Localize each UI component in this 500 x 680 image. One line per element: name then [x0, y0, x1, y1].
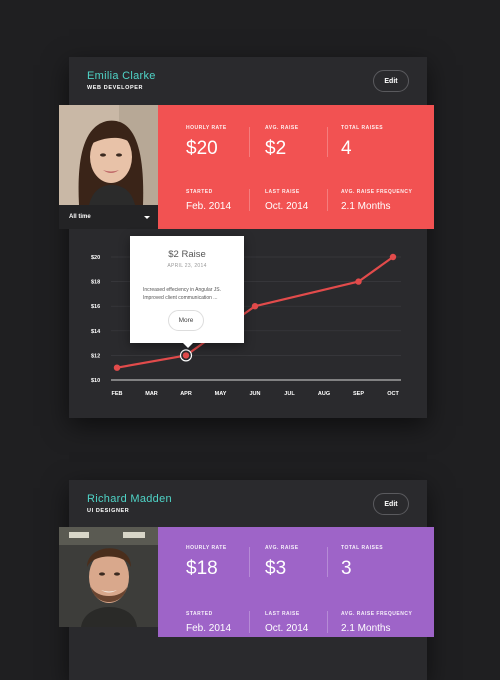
stat-total-raises: TOTAL RAISES 3 [341, 545, 383, 580]
stat-value: 2.1 Months [341, 201, 391, 212]
stat-label: LAST RAISE [265, 189, 300, 195]
x-tick-label: JUL [284, 391, 295, 397]
stat-avg-raise-frequency: AVG. RAISE FREQUENCY 2.1 Months [341, 611, 412, 634]
employee-name: Emilia Clarke [87, 70, 156, 82]
data-point [113, 364, 121, 371]
data-point [251, 303, 259, 310]
x-tick-label: OCT [387, 391, 399, 397]
avatar [59, 527, 158, 627]
raise-tooltip: $2 Raise APRIL 23, 2014 Increased effeci… [130, 236, 244, 348]
x-tick-label: AUG [318, 391, 330, 397]
edit-button[interactable]: Edit [373, 493, 409, 515]
stat-label: HOURLY RATE [186, 125, 227, 131]
stat-label: AVG. RAISE FREQUENCY [341, 611, 413, 617]
stat-value: 3 [341, 558, 352, 579]
stat-value: Feb. 2014 [186, 201, 232, 212]
divider [249, 547, 250, 577]
tooltip-title: $2 Raise [168, 249, 206, 260]
divider [327, 547, 328, 577]
stat-started: STARTED Feb. 2014 [186, 189, 231, 212]
stat-label: AVG. RAISE [265, 545, 299, 551]
highlighted-data-point [182, 352, 190, 359]
caret-down-icon [144, 215, 150, 219]
data-point [389, 253, 397, 261]
stat-value: $20 [186, 138, 218, 159]
stat-value: Oct. 2014 [265, 201, 309, 212]
period-select[interactable]: All time [59, 205, 158, 229]
divider [249, 127, 250, 157]
stat-value: 4 [341, 138, 352, 159]
raise-history-chart: $20 $18 $16 $14 $12 $10 FEB MAR APR MAY JUN JUL AUG S… [91, 253, 401, 397]
employee-role: WEB DEVELOPER [87, 85, 144, 91]
stat-started: STARTED Feb. 2014 [186, 611, 231, 634]
x-tick-label: MAR [145, 391, 158, 397]
stat-label: HOURLY RATE [186, 545, 227, 551]
divider [249, 189, 250, 211]
stat-avg-raise: AVG. RAISE $2 [265, 125, 299, 160]
stats-panel: HOURLY RATE $20 AVG. RAISE $2 TOTAL RAIS… [158, 105, 434, 229]
stat-value: 2.1 Months [341, 623, 391, 634]
stat-label: TOTAL RAISES [341, 125, 384, 131]
edit-button[interactable]: Edit [373, 70, 409, 92]
more-button[interactable]: More [168, 310, 204, 331]
stat-avg-raise-frequency: AVG. RAISE FREQUENCY 2.1 Months [341, 189, 412, 212]
period-select-label: All time [69, 214, 91, 220]
stat-hourly-rate: HOURLY RATE $20 [186, 125, 227, 160]
stat-label: STARTED [186, 189, 213, 195]
employee-name: Richard Madden [87, 493, 172, 505]
data-point [355, 278, 362, 285]
stat-last-raise: LAST RAISE Oct. 2014 [265, 611, 308, 634]
stat-value: $3 [265, 558, 287, 579]
x-tick-label: APR [180, 391, 192, 397]
divider [327, 127, 328, 157]
stat-label: LAST RAISE [265, 611, 300, 617]
x-tick-label: SEP [353, 391, 364, 397]
y-tick-label: $10 [91, 378, 100, 384]
stat-label: AVG. RAISE FREQUENCY [341, 189, 413, 195]
x-tick-label: FEB [112, 391, 123, 397]
stat-label: TOTAL RAISES [341, 545, 384, 551]
stat-label: AVG. RAISE [265, 125, 299, 131]
stat-hourly-rate: HOURLY RATE $18 [186, 545, 227, 580]
stat-value: $18 [186, 558, 218, 579]
employee-role: UI DESIGNER [87, 508, 130, 514]
y-tick-label: $20 [91, 255, 100, 261]
tooltip-date: APRIL 23, 2014 [167, 263, 207, 269]
stat-total-raises: TOTAL RAISES 4 [341, 125, 383, 160]
divider [327, 611, 328, 633]
stat-value: Feb. 2014 [186, 623, 232, 634]
stat-value: Oct. 2014 [265, 623, 309, 634]
divider [327, 189, 328, 211]
y-tick-label: $16 [91, 304, 100, 310]
divider [249, 611, 250, 633]
y-tick-label: $18 [91, 280, 100, 286]
stat-value: $2 [265, 138, 287, 159]
avatar [59, 105, 158, 205]
y-tick-label: $12 [91, 353, 100, 359]
stats-panel: HOURLY RATE $18 AVG. RAISE $3 TOTAL RAIS… [158, 527, 434, 637]
x-tick-label: MAY [215, 391, 227, 397]
y-tick-label: $14 [91, 329, 101, 335]
stat-label: STARTED [186, 611, 213, 617]
x-tick-label: JUN [249, 391, 260, 397]
stat-last-raise: LAST RAISE Oct. 2014 [265, 189, 308, 212]
tooltip-description: Increased effeciency in Angular JS. Impr… [143, 287, 222, 301]
stat-avg-raise: AVG. RAISE $3 [265, 545, 299, 580]
